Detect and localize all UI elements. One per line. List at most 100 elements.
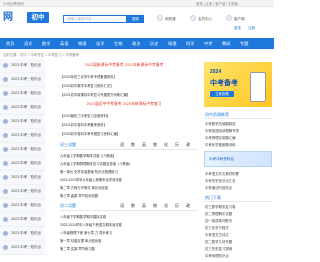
- headline[interactable]: 2022届新课标中考备考 2021年新课标中考备考: [66, 63, 182, 68]
- sidebar-item[interactable]: 2023 中考 · 知识点: [0, 87, 45, 101]
- subject-tab[interactable]: 数: [131, 142, 135, 148]
- right-list-item[interactable]: 初二数学几何专题: [205, 239, 271, 244]
- sidebar-item[interactable]: 2023 中考 · 知识点: [0, 101, 45, 115]
- client-icon[interactable]: [226, 15, 232, 21]
- nav-item[interactable]: 化学: [96, 38, 104, 49]
- book-icon: [3, 105, 8, 110]
- book-icon: [3, 147, 8, 152]
- headline[interactable]: 2021届初中中考备考 2020年新课标中考复习: [66, 102, 182, 107]
- right-list-item[interactable]: 中考道法时政热点: [205, 185, 271, 190]
- sidebar-item[interactable]: 2023 中考 · 知识点: [0, 115, 45, 129]
- ad-strip[interactable]: 中考冲刺资料包: [204, 151, 272, 167]
- list-item[interactable]: 2023-2024学年九年级上册期末化学测试卷: [60, 177, 198, 182]
- top-links[interactable]: 登录 | 注册 | 客户端 | 手机版: [196, 1, 238, 6]
- top-utility-bar: 21世纪教育网 登录 | 注册 | 客户端 | 手机版: [0, 0, 274, 7]
- list-item[interactable]: 第三章 函数 章节检测试题: [60, 193, 198, 198]
- nav-item[interactable]: 政治: [132, 38, 140, 49]
- list-item[interactable]: 第一单元 化学实验基础 知识点梳理练习: [60, 169, 198, 174]
- right-list-item[interactable]: 中考语文作文素材积累: [205, 171, 271, 176]
- nav-item[interactable]: 中考: [204, 38, 212, 49]
- nav-item[interactable]: 物理: [78, 38, 86, 49]
- list-item[interactable]: 九年级上学期物理期末复习试题及答案（人教版）: [60, 161, 198, 166]
- right-list-item[interactable]: 中考地理知识点: [205, 253, 271, 258]
- nav-item[interactable]: 数学: [42, 38, 50, 49]
- member-icon[interactable]: [190, 15, 196, 21]
- sidebar-item[interactable]: 2023 中考 · 知识点: [0, 129, 45, 143]
- sidebar-item[interactable]: 2023 中考 · 知识点: [0, 227, 45, 241]
- list-item[interactable]: 【2020届初三中考复习全套资料】: [60, 113, 198, 118]
- nav-item[interactable]: 生物: [114, 38, 122, 49]
- right-list-item[interactable]: 中考物理实验题汇编: [205, 135, 271, 140]
- search-input[interactable]: 请输入搜索内容: [63, 15, 127, 23]
- right-list-item[interactable]: 中考化学推断题训练: [205, 142, 271, 147]
- list-item[interactable]: 【2020初中数学中考复习资料汇总】: [60, 83, 198, 88]
- subject-tab[interactable]: 物: [153, 203, 157, 209]
- subject-tab[interactable]: 化: [164, 203, 168, 209]
- section-title[interactable]: 初三试题: [60, 142, 76, 148]
- header-link-3[interactable]: 客户端: [234, 17, 245, 22]
- subject-tab[interactable]: 英: [142, 203, 146, 209]
- header-link-2[interactable]: 会员中心: [198, 17, 212, 22]
- right-list-item[interactable]: 中考语文古诗文: [205, 232, 271, 237]
- vip-icon[interactable]: [157, 15, 163, 21]
- nav-item[interactable]: 语文: [24, 38, 32, 49]
- sidebar-item[interactable]: 2023 中考 · 知识点: [0, 213, 45, 227]
- right-list-item[interactable]: 初三历史复习提纲: [205, 246, 271, 251]
- nav-item[interactable]: 首页: [6, 38, 14, 49]
- register-link[interactable]: 注册: [248, 26, 255, 31]
- nav-item[interactable]: 专题: [240, 38, 248, 49]
- list-item[interactable]: 【2021初中各科中考备考资料】: [60, 122, 198, 127]
- channel-badge[interactable]: 初中: [27, 12, 49, 23]
- subject-tab[interactable]: 数: [131, 203, 135, 209]
- header-link-1[interactable]: 网校通: [165, 17, 176, 22]
- list-item[interactable]: 【2020初中各科中考专题复习资料汇编】: [60, 131, 198, 136]
- search-placeholder: 请输入搜索内容: [67, 17, 92, 21]
- nav-item[interactable]: 英语: [60, 38, 68, 49]
- list-item[interactable]: 【2020年初三化学中考专项备课资料】: [60, 74, 198, 79]
- sidebar-item[interactable]: 2023 中考 · 知识点: [0, 241, 45, 255]
- book-icon: [3, 161, 8, 166]
- right-list-item[interactable]: 中考历史知识点汇总: [205, 178, 271, 183]
- list-item[interactable]: 2023-2024学年八年级下册语文期末测试卷: [60, 222, 198, 227]
- sidebar-item[interactable]: 2023 中考 · 知识点: [0, 59, 45, 73]
- list-item[interactable]: 【2021初中新课标中考复习专题提升训练汇编】: [60, 92, 198, 97]
- subject-tab[interactable]: 物: [153, 142, 157, 148]
- list-item[interactable]: 第一章 勾股定理 单元检测卷: [60, 238, 198, 243]
- sidebar-item[interactable]: 2023 中考 · 知识点: [0, 73, 45, 87]
- list-item[interactable]: 第二章 方程与不等式 单元测试卷: [60, 185, 198, 190]
- sidebar-item[interactable]: 2023 中考 · 知识点: [0, 157, 45, 171]
- subject-tab[interactable]: 语: [120, 142, 124, 148]
- search-button[interactable]: 搜索: [127, 15, 144, 23]
- right-list-item[interactable]: 中考数学压轴题精选: [205, 121, 271, 126]
- right-list-item[interactable]: 初三化学方程式: [205, 225, 271, 230]
- site-logo[interactable]: 网: [3, 11, 25, 24]
- list-item[interactable]: 八年级物理下册 第七章 力 同步练习: [60, 230, 198, 235]
- breadcrumb: 当前位置：初中 > 中考专区 > 中考复习 > 中考备考: [3, 53, 80, 57]
- right-list-item[interactable]: 初三数学期末复习卷: [205, 204, 271, 209]
- subject-tab[interactable]: 历: [175, 203, 179, 209]
- promo-banner[interactable]: 2024 中考备考 立即查看: [204, 62, 272, 107]
- section-title[interactable]: 初二试题: [60, 203, 76, 209]
- login-link[interactable]: 登录: [234, 26, 241, 31]
- list-item[interactable]: 第二章 实数 章节练习题: [60, 246, 198, 251]
- banner-button[interactable]: 立即查看: [210, 91, 234, 97]
- subject-tab[interactable]: 历: [175, 142, 179, 148]
- right-list-item[interactable]: 中考英语阅读理解专项: [205, 128, 271, 133]
- list-item[interactable]: 八年级下学期数学期中模拟试卷: [60, 214, 198, 219]
- subject-tab[interactable]: 政: [186, 142, 190, 148]
- nav-item[interactable]: 科学: [186, 38, 194, 49]
- right-list-item[interactable]: 初一英语单词默写: [205, 218, 271, 223]
- nav-item[interactable]: 历史: [150, 38, 158, 49]
- list-item[interactable]: 九年级上学期数学期末试卷【人教版】: [60, 153, 198, 158]
- sidebar-item[interactable]: 2023 中考 · 知识点: [0, 199, 45, 213]
- subject-tab[interactable]: 语: [120, 203, 124, 209]
- sidebar-item[interactable]: 2023 中考 · 知识点: [0, 171, 45, 185]
- nav-item[interactable]: 教研: [222, 38, 230, 49]
- subject-tab[interactable]: 英: [142, 142, 146, 148]
- subject-tab[interactable]: 政: [186, 203, 190, 209]
- sidebar-item[interactable]: 2023 中考 · 知识点: [0, 143, 45, 157]
- subject-tab[interactable]: 化: [164, 142, 168, 148]
- nav-item[interactable]: 地理: [168, 38, 176, 49]
- right-list-item[interactable]: 初二物理期中试题: [205, 211, 271, 216]
- sidebar-item[interactable]: 2023 中考 · 知识点: [0, 185, 45, 199]
